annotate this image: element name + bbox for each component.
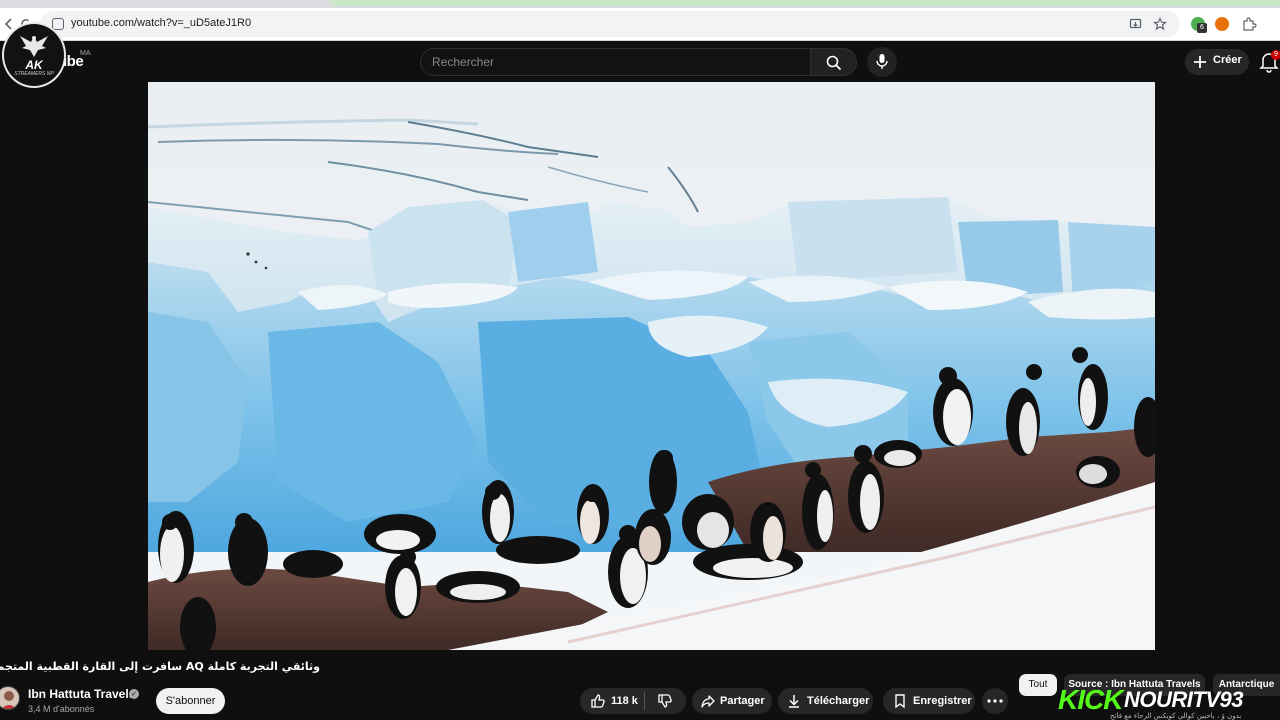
search-icon [826, 55, 842, 71]
phoenix-logo-icon [20, 36, 48, 57]
video-title: وثائقي التجربة كاملة AQ سافرت إلى القارة… [0, 660, 320, 673]
extension-badge: 6 [1197, 23, 1207, 33]
back-icon[interactable] [4, 18, 14, 30]
share-button[interactable]: Partager [692, 688, 772, 714]
subscriber-count: 3,4 M d'abonnés [28, 704, 95, 714]
like-divider [644, 692, 645, 710]
bookmark-icon [895, 694, 905, 709]
save-button[interactable]: Enregistrer [883, 688, 975, 714]
browser-tab-strip [0, 0, 1280, 8]
microphone-icon [876, 54, 888, 69]
puzzle-extensions-icon[interactable] [1241, 16, 1257, 32]
video-frame-antarctic-penguins [148, 82, 1155, 650]
screen: youtube.com/watch?v=_uD5ateJ1R0 6 ube MA… [0, 0, 1280, 720]
badge-text: AK [25, 58, 43, 72]
channel-avatar[interactable] [0, 686, 20, 710]
notification-count: 9 [1271, 50, 1280, 60]
like-dislike-group: 118 k [580, 688, 686, 714]
verified-check-icon: ✓ [129, 689, 139, 699]
country-code: MA [80, 50, 91, 57]
channel-name[interactable]: Ibn Hattuta Travels [28, 687, 135, 701]
streamer-logo-overlay: AK STREAMERS NP [2, 22, 66, 88]
search-input[interactable]: Rechercher [420, 48, 811, 76]
search-placeholder: Rechercher [432, 55, 495, 69]
share-label: Partager [720, 695, 765, 707]
share-arrow-icon [701, 695, 715, 708]
stream-caption: بدون ۆ ، باحبين كوالي كويكس الرجاء مع فا… [1110, 712, 1242, 720]
create-label: Créer [1213, 54, 1242, 66]
browser-toolbar: youtube.com/watch?v=_uD5ateJ1R0 6 [0, 8, 1280, 41]
avatar-image-icon [1, 691, 17, 709]
download-label: Télécharger [807, 695, 870, 707]
more-dots-icon [987, 699, 1003, 703]
download-button[interactable]: Télécharger [778, 688, 873, 714]
search-button[interactable] [810, 48, 857, 76]
download-icon [789, 695, 799, 708]
chip-all[interactable]: Tout [1019, 674, 1057, 696]
badge-subtext: STREAMERS NP [14, 71, 54, 77]
thumbs-up-icon[interactable] [590, 693, 606, 709]
install-app-icon[interactable] [1129, 17, 1143, 31]
subscribe-button[interactable]: S'abonner [156, 688, 225, 714]
save-label: Enregistrer [913, 695, 972, 707]
bookmark-star-icon[interactable] [1153, 17, 1167, 31]
more-actions-button[interactable] [982, 688, 1008, 714]
create-button[interactable]: Créer [1185, 49, 1249, 75]
browser-tab-highlight [330, 0, 1280, 6]
kick-channel-name: NOURITV93 [1124, 687, 1243, 712]
video-player[interactable] [148, 82, 1155, 650]
voice-search-button[interactable] [867, 47, 897, 77]
like-count[interactable]: 118 k [611, 695, 638, 707]
address-bar[interactable]: youtube.com/watch?v=_uD5ateJ1R0 [40, 11, 1180, 37]
thumbs-down-icon[interactable] [657, 693, 673, 709]
extension-brave-icon[interactable] [1215, 17, 1229, 31]
url-text[interactable]: youtube.com/watch?v=_uD5ateJ1R0 [71, 17, 251, 29]
plus-icon [1194, 56, 1206, 68]
youtube-header: ube MA Rechercher Créer 9 [0, 41, 1280, 82]
